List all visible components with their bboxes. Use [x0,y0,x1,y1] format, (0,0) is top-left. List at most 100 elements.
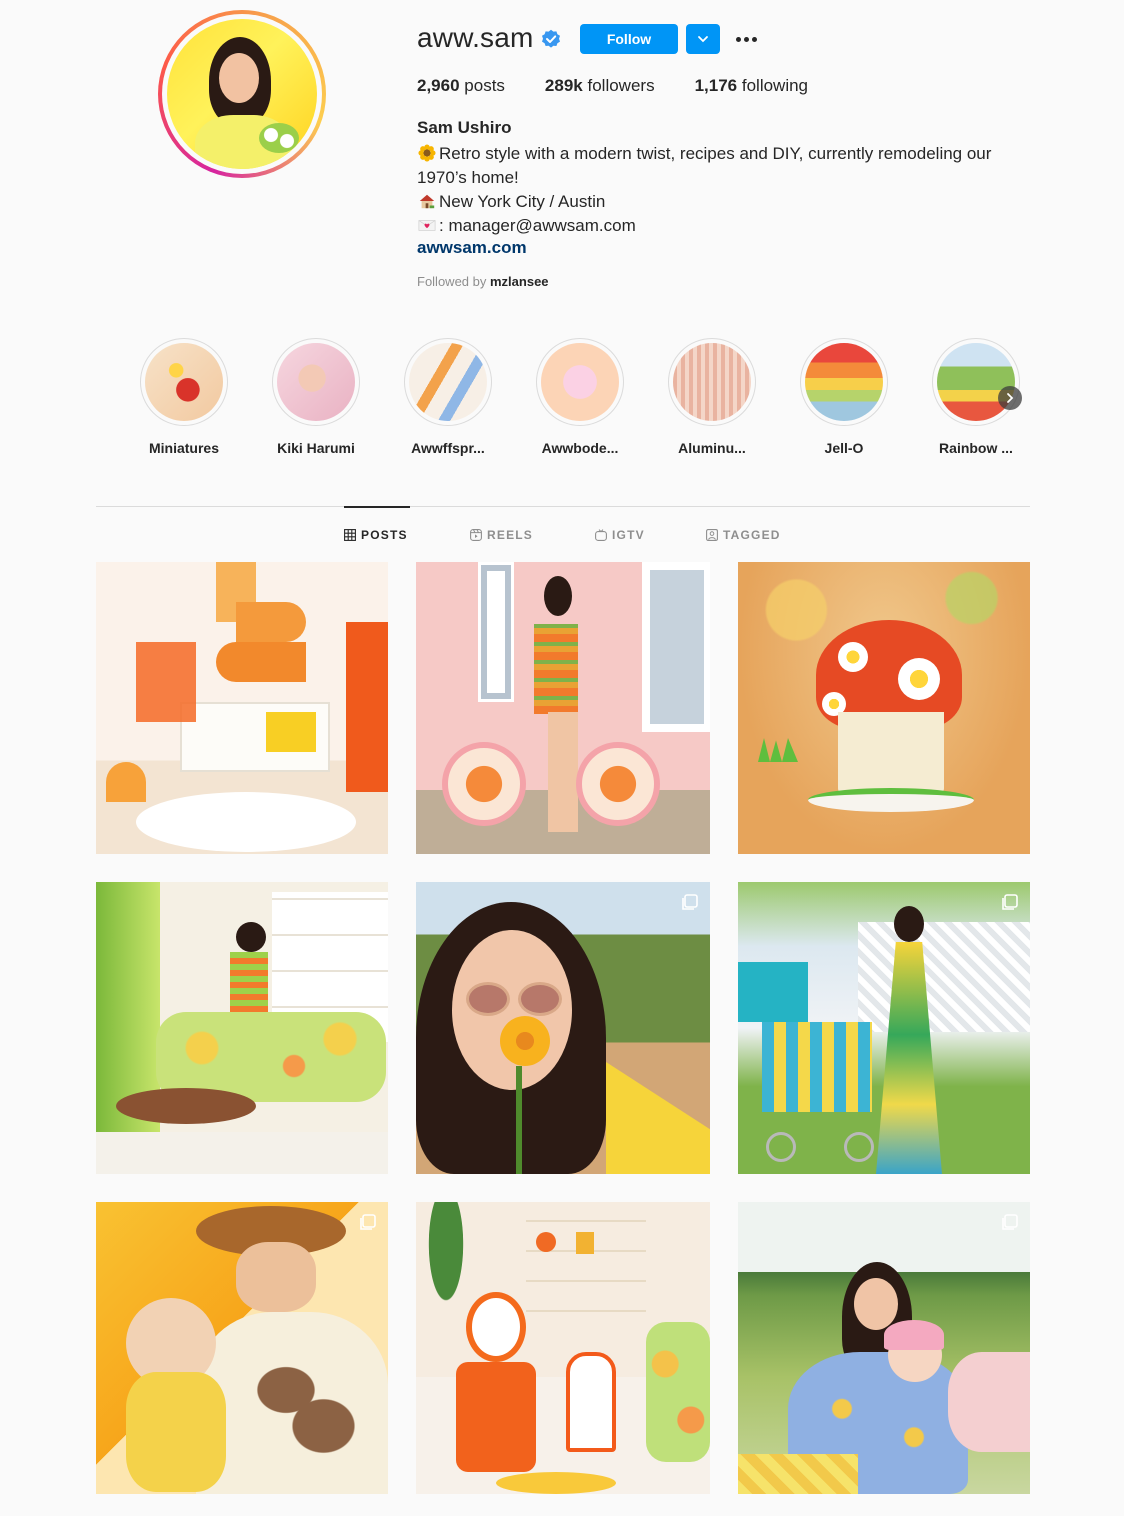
grid-icon [344,529,356,541]
following-stat[interactable]: 1,176 following [695,76,808,96]
highlight-cover [409,343,487,421]
followers-stat[interactable]: 289k followers [545,76,655,96]
ellipsis-icon-dot [751,36,757,42]
highlight-ring [536,338,624,426]
post-thumbnail[interactable] [96,882,388,1174]
suggested-dropdown-button[interactable] [686,24,720,54]
carousel-icon [1002,1214,1018,1230]
post-art [126,1372,226,1492]
post-art [642,562,710,732]
post-art [226,1342,376,1462]
tab-reels-label: REELS [487,528,534,542]
posts-label: posts [464,76,505,95]
followed-by-user: mzlansee [490,274,549,289]
tagged-icon [706,529,718,541]
post-thumbnail[interactable] [96,1202,388,1494]
highlight-ring [140,338,228,426]
highlights-next-button[interactable] [998,386,1022,410]
highlight-cover [277,343,355,421]
post-thumbnail[interactable] [416,562,710,854]
post-thumbnail[interactable] [738,562,1030,854]
post-art [762,1022,872,1112]
following-label: following [741,76,809,95]
avatar-face [219,53,259,103]
tab-posts-label: POSTS [361,528,408,542]
highlight-label: Aluminu... [678,440,746,456]
followed-by[interactable]: Followed by mzlansee [417,274,549,289]
post-art [496,1472,616,1494]
post-art [116,1088,256,1124]
bio-line-1-text: Retro style with a modern twist, recipes… [417,144,992,187]
follow-button[interactable]: Follow [580,24,678,54]
post-thumbnail[interactable] [738,1202,1030,1494]
bio-line-1: Retro style with a modern twist, recipes… [417,142,1037,190]
post-art [606,1062,710,1174]
highlight-ring [932,338,1020,426]
profile-website-link[interactable]: awwsam.com [417,238,527,258]
highlight-aluminum[interactable]: Aluminu... [646,338,778,456]
post-art [858,922,1030,1032]
profile-avatar-ring[interactable] [158,10,326,178]
post-thumbnail[interactable] [416,882,710,1174]
post-art [646,1322,710,1462]
ellipsis-icon-dot [743,36,749,42]
post-art [456,1362,536,1472]
highlight-kiki-harumi[interactable]: Kiki Harumi [250,338,382,456]
more-options-button[interactable] [732,26,760,52]
post-art [136,792,356,852]
post-thumbnail[interactable] [96,562,388,854]
tab-igtv-label: IGTV [612,528,645,542]
profile-full-name: Sam Ushiro [417,118,512,137]
post-art [854,1278,898,1330]
post-art [466,982,510,1016]
post-art [516,1066,522,1174]
igtv-icon [595,529,607,541]
post-art [838,642,868,672]
post-art [526,1212,646,1312]
post-art [566,1352,616,1452]
tab-reels[interactable]: REELS [470,528,533,542]
highlight-jell-o[interactable]: Jell-O [778,338,910,456]
chevron-down-icon [698,36,708,43]
post-art [894,906,924,942]
post-art [230,952,268,1012]
post-art [236,1242,316,1312]
highlight-cover [805,343,883,421]
carousel-icon [1002,894,1018,910]
tab-posts[interactable]: POSTS [344,528,408,542]
tab-tagged[interactable]: TAGGED [706,528,781,542]
story-highlights: Miniatures Kiki Harumi Awwffspr... Awwbo… [118,338,1042,456]
posts-grid [96,562,1030,1494]
post-thumbnail[interactable] [738,882,1030,1174]
reels-icon [470,529,482,541]
bio-line-2: New York City / Austin [417,190,1037,214]
highlight-cover [937,343,1015,421]
posts-stat: 2,960 posts [417,76,505,96]
highlight-awwbode[interactable]: Awwbode... [514,338,646,456]
post-art [738,962,808,1022]
highlight-label: Awwffspr... [411,440,485,456]
highlight-ring [404,338,492,426]
house-emoji-icon [419,194,435,209]
highlight-cover [541,343,619,421]
carousel-icon [682,894,698,910]
post-art [844,1132,874,1162]
post-art [96,1132,388,1174]
highlight-miniatures[interactable]: Miniatures [118,338,250,456]
post-art [548,712,578,832]
post-art [478,562,514,702]
tabs-divider [96,506,1030,507]
post-thumbnail[interactable] [416,1202,710,1494]
posts-count: 2,960 [417,76,460,95]
post-art [884,1320,944,1350]
highlight-label: Rainbow ... [939,440,1013,456]
highlight-awwffspr[interactable]: Awwffspr... [382,338,514,456]
avatar[interactable] [167,19,317,169]
highlight-ring [272,338,360,426]
post-art [136,642,196,722]
tab-igtv[interactable]: IGTV [595,528,645,542]
highlight-rainbow[interactable]: Rainbow ... [910,338,1042,456]
post-art [442,742,526,826]
highlight-label: Kiki Harumi [277,440,355,456]
profile-bio: Retro style with a modern twist, recipes… [417,142,1037,238]
